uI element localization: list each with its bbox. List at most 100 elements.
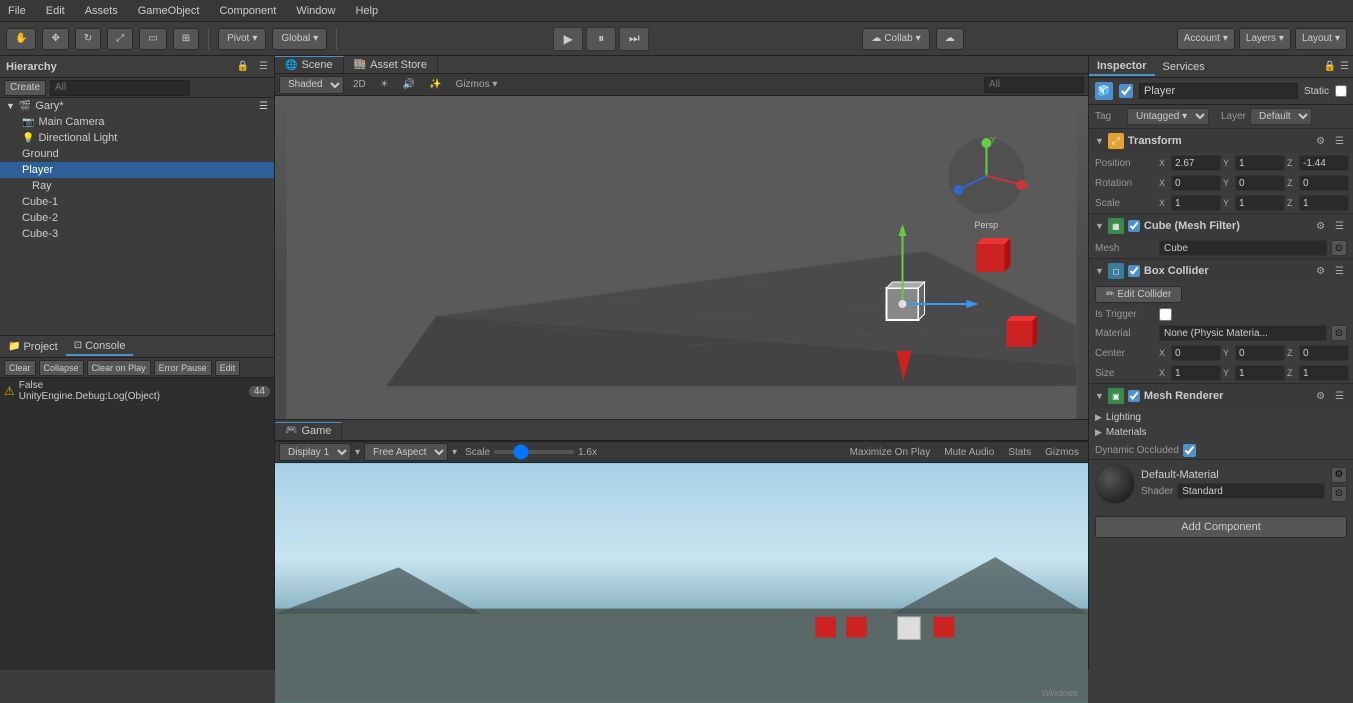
- material-input[interactable]: [1159, 325, 1327, 341]
- hierarchy-item-maincamera[interactable]: 📷 Main Camera: [0, 114, 274, 130]
- hierarchy-item-player[interactable]: Player: [0, 162, 274, 178]
- static-checkbox[interactable]: [1335, 85, 1347, 97]
- tab-asset-store[interactable]: 🏬 Asset Store: [344, 57, 438, 73]
- sx-input[interactable]: [1171, 365, 1221, 381]
- collapse-btn[interactable]: Collapse: [39, 360, 84, 376]
- cx-input[interactable]: [1171, 345, 1221, 361]
- light-btn[interactable]: ☀: [375, 76, 394, 94]
- dynamic-occluded-checkbox[interactable]: [1183, 444, 1196, 457]
- hierarchy-item-ray[interactable]: Ray: [0, 178, 274, 194]
- cy-input[interactable]: [1235, 345, 1285, 361]
- transform-header[interactable]: ▼ ⤢ Transform ⚙ ☰: [1089, 129, 1353, 153]
- mesh-select-btn[interactable]: ⊙: [1331, 240, 1347, 256]
- transform-options[interactable]: ☰: [1332, 136, 1347, 147]
- add-component-btn[interactable]: Add Component: [1095, 516, 1347, 538]
- material-settings-btn[interactable]: ⚙: [1331, 467, 1347, 483]
- object-active-checkbox[interactable]: [1119, 84, 1133, 98]
- edit-btn[interactable]: Edit: [215, 360, 241, 376]
- inspector-menu[interactable]: ☰: [1340, 61, 1349, 72]
- box-collider-header[interactable]: ▼ ◻ Box Collider ⚙ ☰: [1089, 259, 1353, 283]
- lighting-header[interactable]: ▶ Lighting: [1095, 410, 1347, 425]
- materials-header[interactable]: ▶ Materials: [1095, 425, 1347, 440]
- stats-btn[interactable]: Stats: [1003, 443, 1036, 461]
- inspector-lock[interactable]: 🔒: [1324, 61, 1336, 72]
- fx-btn[interactable]: ✨: [424, 76, 446, 94]
- mesh-filter-settings[interactable]: ⚙: [1313, 221, 1328, 232]
- box-collider-settings[interactable]: ⚙: [1313, 266, 1328, 277]
- hierarchy-item-cube3[interactable]: Cube-3: [0, 226, 274, 242]
- clear-btn[interactable]: Clear: [4, 360, 36, 376]
- hierarchy-menu[interactable]: ☰: [259, 61, 268, 72]
- layout-btn[interactable]: Layout ▾: [1295, 28, 1347, 50]
- audio-btn[interactable]: 🔊: [398, 76, 420, 94]
- step-button[interactable]: ⏭: [619, 27, 649, 51]
- mesh-renderer-settings[interactable]: ⚙: [1313, 391, 1328, 402]
- mesh-renderer-checkbox[interactable]: [1128, 390, 1140, 402]
- cloud-btn[interactable]: ☁: [936, 28, 964, 50]
- play-button[interactable]: ▶: [553, 27, 583, 51]
- scene-search[interactable]: [984, 77, 1084, 93]
- console-row-1[interactable]: ⚠ FalseUnityEngine.Debug:Log(Object) 44: [0, 378, 274, 405]
- hierarchy-search[interactable]: [50, 80, 190, 96]
- tab-project[interactable]: 📁 Project: [0, 339, 66, 355]
- aspect-dropdown[interactable]: Free Aspect: [364, 443, 448, 461]
- pos-x-input[interactable]: [1171, 155, 1221, 171]
- scene-3d-view[interactable]: Y X Persp: [275, 96, 1088, 419]
- menu-assets[interactable]: Assets: [81, 5, 122, 17]
- menu-edit[interactable]: Edit: [42, 5, 69, 17]
- pos-z-input[interactable]: [1299, 155, 1349, 171]
- mesh-filter-menu[interactable]: ☰: [1332, 221, 1347, 232]
- shading-dropdown[interactable]: Shaded: [279, 76, 344, 94]
- layer-dropdown[interactable]: Default: [1250, 108, 1312, 125]
- game-gizmos-btn[interactable]: Gizmos: [1040, 443, 1084, 461]
- tab-inspector[interactable]: Inspector: [1089, 58, 1155, 76]
- scale-tool[interactable]: ⤢: [107, 28, 133, 50]
- display-dropdown[interactable]: Display 1: [279, 443, 351, 461]
- gary-options[interactable]: ☰: [259, 101, 268, 112]
- menu-file[interactable]: File: [4, 5, 30, 17]
- create-btn[interactable]: Create: [4, 80, 46, 96]
- multi-tool[interactable]: ⊞: [173, 28, 199, 50]
- is-trigger-checkbox[interactable]: [1159, 308, 1172, 321]
- menu-component[interactable]: Component: [215, 5, 280, 17]
- tab-scene[interactable]: 🌐 Scene: [275, 56, 344, 73]
- rot-x-input[interactable]: [1171, 175, 1221, 191]
- 2d-btn[interactable]: 2D: [348, 76, 371, 94]
- error-pause-btn[interactable]: Error Pause: [154, 360, 212, 376]
- material-target-btn[interactable]: ⊙: [1331, 486, 1347, 502]
- sy-input[interactable]: [1235, 365, 1285, 381]
- hierarchy-item-gary[interactable]: ▼ 🎬 Gary* ☰: [0, 98, 274, 114]
- tab-console[interactable]: ⊡ Console: [66, 338, 134, 356]
- edit-collider-btn[interactable]: ✏ Edit Collider: [1095, 286, 1182, 303]
- hierarchy-item-cube1[interactable]: Cube-1: [0, 194, 274, 210]
- tab-services[interactable]: Services: [1155, 59, 1213, 75]
- hand-tool[interactable]: ✋: [6, 28, 36, 50]
- move-tool[interactable]: ✥: [42, 28, 68, 50]
- box-collider-menu[interactable]: ☰: [1332, 266, 1347, 277]
- mesh-value-input[interactable]: [1159, 240, 1327, 256]
- sz-input[interactable]: [1299, 365, 1349, 381]
- mesh-renderer-header[interactable]: ▼ ▣ Mesh Renderer ⚙ ☰: [1089, 384, 1353, 408]
- layers-btn[interactable]: Layers ▾: [1239, 28, 1291, 50]
- menu-window[interactable]: Window: [292, 5, 339, 17]
- menu-help[interactable]: Help: [351, 5, 382, 17]
- scale-slider[interactable]: [494, 450, 574, 454]
- gizmos-btn[interactable]: Gizmos ▾: [451, 76, 503, 94]
- tag-dropdown[interactable]: Untagged ▾: [1127, 108, 1209, 125]
- shader-input[interactable]: [1177, 483, 1325, 499]
- tab-game[interactable]: 🎮 Game: [275, 422, 342, 439]
- rect-tool[interactable]: ▭: [139, 28, 166, 50]
- material-select-btn[interactable]: ⊙: [1331, 325, 1347, 341]
- clear-on-play-btn[interactable]: Clear on Play: [87, 360, 151, 376]
- collab-btn[interactable]: ☁ Collab ▾: [862, 28, 929, 50]
- pause-button[interactable]: ⏸: [586, 27, 616, 51]
- rot-y-input[interactable]: [1235, 175, 1285, 191]
- mesh-filter-header[interactable]: ▼ ▦ Cube (Mesh Filter) ⚙ ☰: [1089, 214, 1353, 238]
- maximize-btn[interactable]: Maximize On Play: [845, 443, 936, 461]
- hierarchy-lock[interactable]: 🔒: [237, 61, 249, 72]
- pivot-btn[interactable]: Pivot ▾: [218, 28, 266, 50]
- transform-menu[interactable]: ⚙: [1313, 136, 1328, 147]
- scale-y-input[interactable]: [1235, 195, 1285, 211]
- account-btn[interactable]: Account ▾: [1177, 28, 1235, 50]
- mesh-filter-checkbox[interactable]: [1128, 220, 1140, 232]
